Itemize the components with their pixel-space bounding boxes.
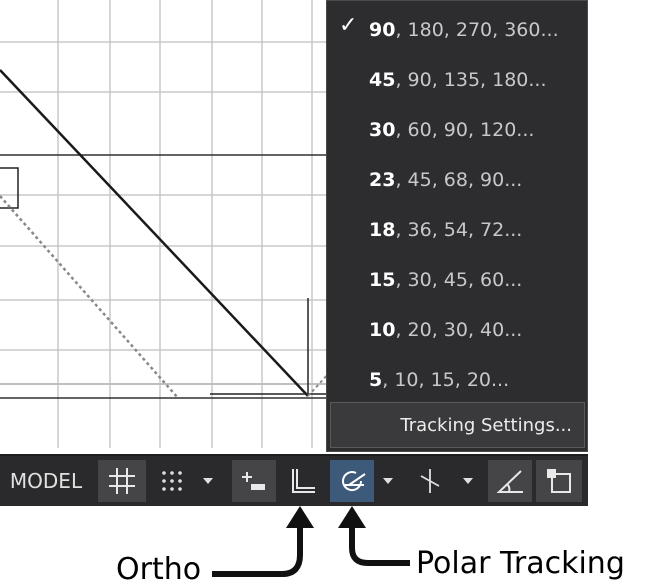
tracking-settings-button[interactable]: Tracking Settings...: [330, 402, 585, 448]
polar-tracking-caption: Polar Tracking: [416, 546, 625, 581]
dropdown-arrow-icon[interactable]: [376, 460, 400, 502]
dropdown-arrow-icon[interactable]: [456, 460, 480, 502]
ortho-caption: Ortho: [116, 552, 202, 587]
ortho-arrow: [212, 524, 303, 577]
dropdown-arrow-icon[interactable]: [196, 460, 220, 502]
menu-item-23[interactable]: 23, 45, 68, 90...: [327, 155, 587, 205]
polar-arrow: [349, 524, 410, 566]
isodraft-icon[interactable]: [408, 460, 452, 502]
menu-item-15[interactable]: 15, 30, 45, 60...: [327, 255, 587, 305]
polar-angle-menu: ✓ 90, 180, 270, 360... 45, 90, 135, 180.…: [326, 0, 588, 452]
snap-icon[interactable]: [150, 460, 194, 502]
ortho-arrowhead: [286, 506, 314, 528]
dynamic-ucs-icon[interactable]: [488, 460, 532, 502]
tracking-dotted-line: [0, 195, 179, 399]
grid-icon[interactable]: [98, 460, 146, 502]
drawing-canvas[interactable]: [0, 0, 331, 448]
model-space-button[interactable]: MODEL: [0, 460, 92, 502]
menu-item-90[interactable]: 90, 180, 270, 360...: [327, 5, 587, 55]
polar-arrowhead: [338, 506, 366, 528]
object-snap-icon[interactable]: [536, 460, 582, 502]
ortho-icon[interactable]: [280, 460, 324, 502]
rectangle-object: [0, 167, 19, 209]
polar-tracking-icon[interactable]: [330, 460, 374, 502]
menu-item-45[interactable]: 45, 90, 135, 180...: [327, 55, 587, 105]
menu-item-30[interactable]: 30, 60, 90, 120...: [327, 105, 587, 155]
menu-item-18[interactable]: 18, 36, 54, 72...: [327, 205, 587, 255]
menu-item-5[interactable]: 5, 10, 15, 20...: [327, 355, 587, 405]
canvas-drawing: [0, 0, 331, 448]
status-bar: MODEL: [0, 454, 588, 506]
grid-lines: [0, 0, 330, 448]
infer-constraints-icon[interactable]: [232, 460, 276, 502]
menu-item-10[interactable]: 10, 20, 30, 40...: [327, 305, 587, 355]
